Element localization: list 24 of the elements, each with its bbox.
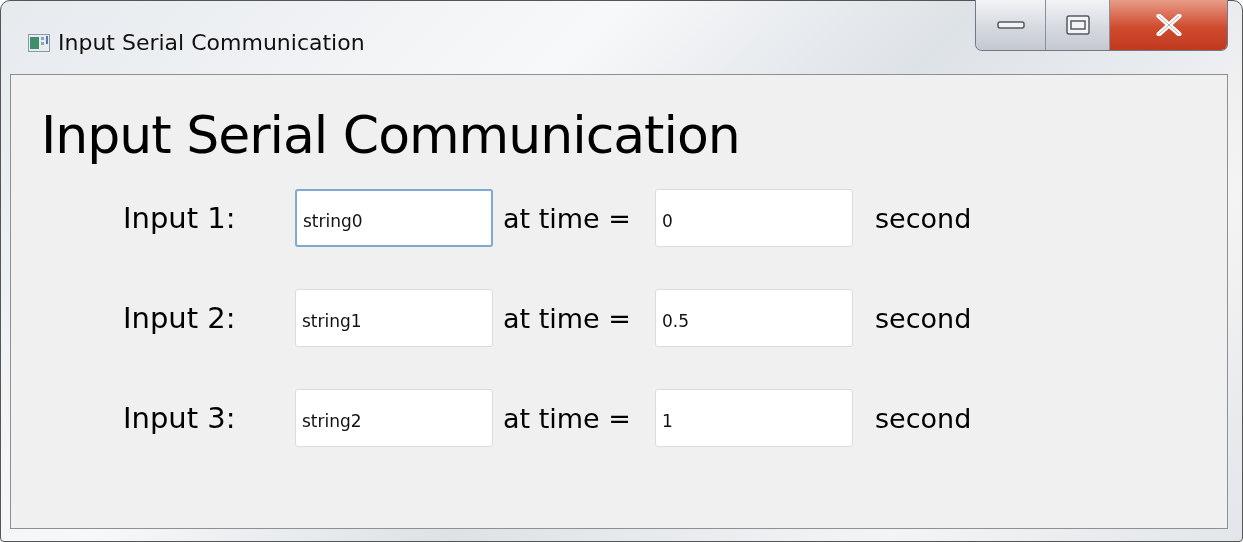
minimize-icon xyxy=(996,20,1025,30)
time-field[interactable]: 0.5 xyxy=(655,289,853,347)
app-icon xyxy=(28,34,50,52)
input-field[interactable]: string2 xyxy=(295,389,493,447)
close-icon xyxy=(1154,14,1183,36)
page-heading: Input Serial Communication xyxy=(41,105,741,165)
maximize-icon xyxy=(1065,15,1090,35)
unit-label: second xyxy=(875,302,972,334)
input-label: Input 3: xyxy=(123,401,237,435)
close-button[interactable] xyxy=(1110,0,1227,50)
input-label: Input 2: xyxy=(123,301,237,335)
input-field[interactable]: string0 xyxy=(295,189,493,247)
minimize-button[interactable] xyxy=(976,0,1046,50)
input-label: Input 1: xyxy=(123,201,237,235)
unit-label: second xyxy=(875,402,972,434)
window-title: Input Serial Communication xyxy=(58,30,365,55)
time-label: at time = xyxy=(502,302,632,334)
maximize-button[interactable] xyxy=(1046,0,1110,50)
input-field[interactable]: string1 xyxy=(295,289,493,347)
time-label: at time = xyxy=(502,202,632,234)
unit-label: second xyxy=(875,202,972,234)
time-field[interactable]: 1 xyxy=(655,389,853,447)
time-label: at time = xyxy=(502,402,632,434)
time-field[interactable]: 0 xyxy=(655,189,853,247)
